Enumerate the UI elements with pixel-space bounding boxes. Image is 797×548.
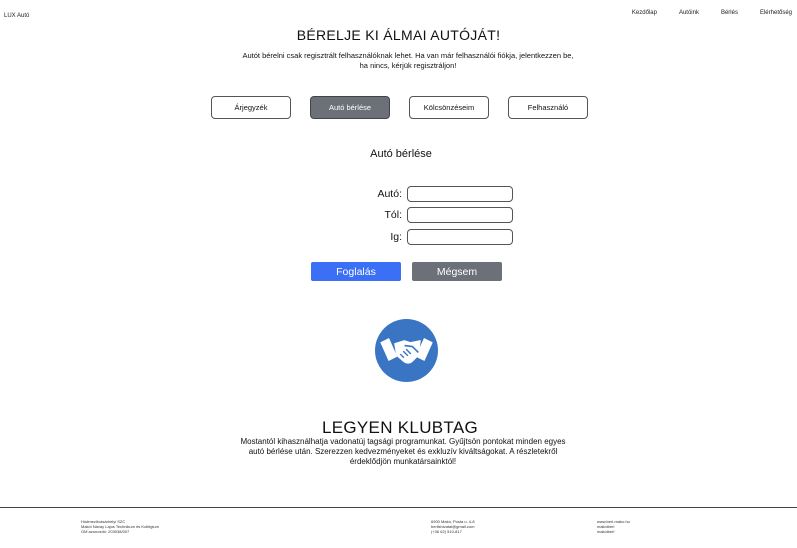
hero-text: Autót bérelni csak regisztrált felhaszná…: [242, 51, 574, 70]
cancel-button[interactable]: Mégsem: [412, 262, 502, 281]
footer-social: www.berl-mako.hu makóiberl makóiberl: [597, 519, 630, 534]
club-title: LEGYEN KLUBTAG: [322, 418, 478, 437]
tab-bar: Árjegyzék Autó bérlése Kölcsönzéseim Fel…: [211, 96, 588, 119]
form-row-to: Ig:: [352, 229, 513, 245]
from-date-input[interactable]: [407, 207, 513, 223]
car-input[interactable]: [407, 186, 513, 202]
to-label: Ig:: [390, 231, 402, 243]
club-text: Mostantól kihasználhatja vadonatúj tagsá…: [240, 437, 566, 466]
nav-item-contact[interactable]: Elérhetőség: [760, 10, 792, 16]
form-row-car: Autó:: [352, 186, 513, 202]
form-row-from: Tól:: [352, 207, 513, 223]
top-nav: Kezdőlap Autóink Bérlés Elérhetőség: [610, 10, 792, 16]
tab-car-rental[interactable]: Autó bérlése: [310, 96, 390, 119]
tab-price-list[interactable]: Árjegyzék: [211, 96, 291, 119]
book-button[interactable]: Foglalás: [311, 262, 401, 281]
handshake-icon: [375, 319, 438, 382]
car-label: Autó:: [377, 188, 402, 200]
form-title: Autó bérlése: [370, 148, 432, 160]
to-date-input[interactable]: [407, 229, 513, 245]
from-label: Tól:: [384, 209, 402, 221]
hero-title: BÉRELJE KI ÁLMAI AUTÓJÁT!: [296, 27, 501, 43]
nav-item-home[interactable]: Kezdőlap: [632, 10, 657, 16]
footer-phone[interactable]: (+36 62) 510-817: [431, 529, 475, 534]
footer-divider: [0, 507, 797, 508]
footer-om-id: OM azonosító: 203038/007: [81, 529, 130, 534]
footer-school-info: Hódmezővásárhelyi SZC Makói Návay Lajos …: [81, 519, 159, 534]
brand-logo[interactable]: LUX Autó: [4, 13, 29, 19]
tab-user[interactable]: Felhasználó: [508, 96, 588, 119]
nav-item-rental[interactable]: Bérlés: [721, 10, 738, 16]
tab-my-rentals[interactable]: Kölcsönzéseim: [409, 96, 489, 119]
footer-contact: 6900 Makó, Posta u. 4-8 berlishivatal@gm…: [431, 519, 475, 534]
footer-social-link-2[interactable]: makóiberl: [597, 529, 630, 534]
nav-item-cars[interactable]: Autóink: [679, 10, 699, 16]
